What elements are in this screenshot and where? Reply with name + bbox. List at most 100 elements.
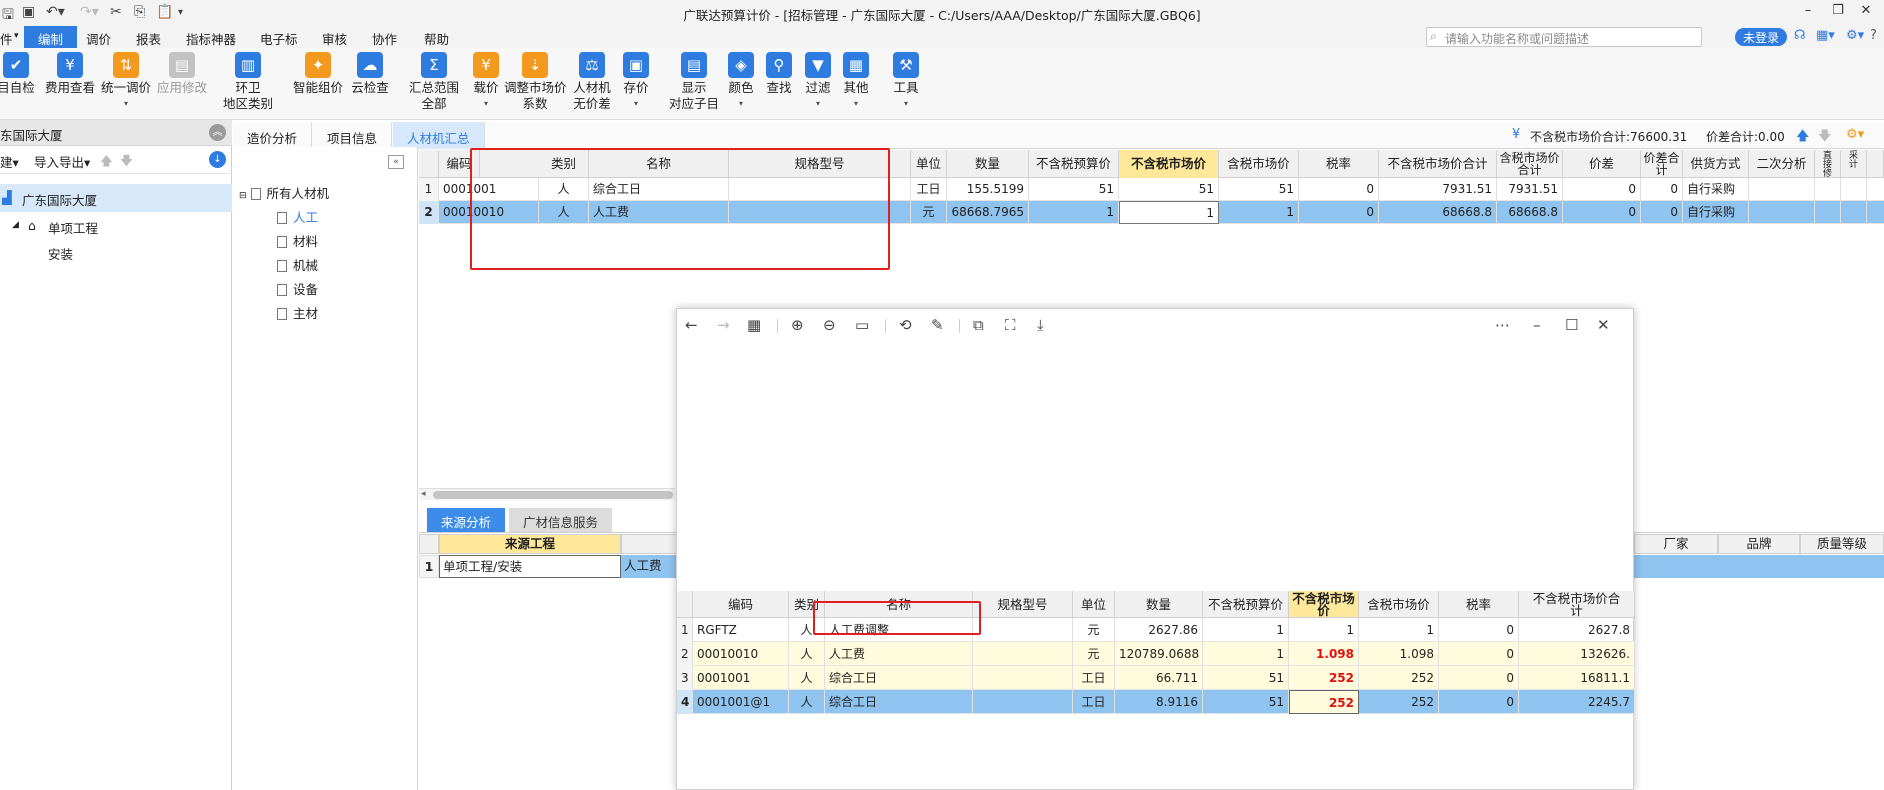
tree-labor[interactable]: 人工: [277, 207, 318, 226]
expand-caret-icon[interactable]: ◢: [12, 220, 19, 230]
tree-item-install[interactable]: 安装: [0, 238, 232, 266]
tab-source-analysis[interactable]: 来源分析: [427, 508, 506, 532]
header-price-diff[interactable]: 价差: [1563, 150, 1641, 178]
menu-file[interactable]: 件: [0, 29, 13, 48]
source-project-cell[interactable]: 单项工程/安装: [439, 555, 621, 578]
scrollbar-thumb[interactable]: [433, 491, 673, 499]
adjust-coefficient-button[interactable]: ⇣ 调整市场价 系数: [504, 52, 567, 112]
header-unit[interactable]: 单位: [911, 150, 947, 178]
menu-edit[interactable]: 编制: [24, 26, 78, 48]
load-price-button[interactable]: ¥ 载价 ▾: [466, 52, 506, 112]
support-icon[interactable]: ☊: [1794, 28, 1806, 43]
tree-main-materials[interactable]: 主材: [277, 303, 318, 322]
source-name-cell[interactable]: 人工费: [621, 555, 681, 578]
viewer-minimize-icon[interactable]: –: [1533, 316, 1541, 334]
menu-collaborate[interactable]: 协作: [372, 29, 397, 48]
collapse-left-icon[interactable]: «: [388, 155, 404, 169]
zoom-in-icon[interactable]: ⊕: [791, 316, 804, 334]
more-icon[interactable]: ⋯: [1495, 316, 1510, 334]
self-check-button[interactable]: ✔ 目自检: [0, 52, 38, 96]
actual-size-icon[interactable]: ▭: [855, 316, 869, 334]
scroll-left-icon[interactable]: ◂: [421, 489, 426, 499]
save-price-button[interactable]: ▣ 存价 ▾: [616, 52, 656, 112]
search-input[interactable]: ⌕ 请输入功能名称或问题描述: [1426, 27, 1702, 47]
other-button[interactable]: ▦ 其他 ▾: [838, 52, 874, 112]
smart-price-button[interactable]: ✦ 智能组价: [290, 52, 346, 96]
header-brand[interactable]: 品牌: [1718, 534, 1800, 554]
horizontal-scrollbar[interactable]: ◂: [419, 488, 675, 500]
unified-adjust-button[interactable]: ⇅ 统一调价 ▾: [98, 52, 154, 112]
import-export-button[interactable]: 导入导出▾: [34, 152, 90, 171]
tree-item-project[interactable]: ▟ 广东国际大厦: [0, 184, 232, 212]
cloud-check-button[interactable]: ☁ 云检查: [346, 52, 394, 96]
no-price-diff-button[interactable]: ⚖ 人材机 无价差: [570, 52, 614, 112]
menu-e-bid[interactable]: 电子标: [260, 29, 298, 48]
apply-change-button[interactable]: ▤ 应用修改: [154, 52, 210, 96]
restore-icon[interactable]: ❐: [1824, 3, 1852, 18]
tab-project-info[interactable]: 项目信息: [313, 122, 393, 149]
market-price-edit-cell[interactable]: 1: [1119, 201, 1219, 224]
settings-icon[interactable]: ⚙▾: [1846, 28, 1864, 43]
header-procure[interactable]: 采 计: [1841, 150, 1867, 178]
ocr-scan-icon[interactable]: ⛶: [1005, 316, 1016, 334]
color-button[interactable]: ◈ 颜色 ▾: [724, 52, 758, 112]
viewer-maximize-icon[interactable]: ☐: [1565, 316, 1578, 334]
tab-labor-material-summary[interactable]: 人材机汇总: [393, 122, 485, 149]
tab-material-info-service[interactable]: 广材信息服务: [509, 508, 613, 532]
source-header-project[interactable]: 来源工程: [439, 534, 621, 554]
header-quality-grade[interactable]: 质量等级: [1800, 534, 1884, 554]
header-market-total[interactable]: 不含税市场价合计: [1379, 150, 1497, 178]
fee-view-button[interactable]: ¥ 费用查看: [42, 52, 98, 96]
settings-icon[interactable]: ⚙▾: [1846, 127, 1864, 142]
new-button[interactable]: 建▾: [0, 152, 19, 171]
menu-reports[interactable]: 报表: [136, 29, 161, 48]
header-quantity[interactable]: 数量: [947, 150, 1029, 178]
collapse-up-icon[interactable]: ︽: [209, 124, 226, 141]
tree-equipment[interactable]: 设备: [277, 279, 318, 298]
download-icon[interactable]: ↓: [209, 151, 226, 168]
show-sub-item-button[interactable]: ▤ 显示 对应子目: [666, 52, 722, 112]
download-icon[interactable]: ⤓: [1037, 316, 1044, 334]
arrow-down-icon[interactable]: 🡇: [1818, 127, 1831, 149]
header-budget-price[interactable]: 不含税预算价: [1029, 150, 1119, 178]
close-icon[interactable]: ✕: [1852, 3, 1880, 18]
menu-audit[interactable]: 审核: [322, 29, 347, 48]
header-tax-market-total[interactable]: 含税市场价 合计: [1497, 150, 1563, 178]
header-market-price[interactable]: 不含税市场价: [1119, 150, 1219, 178]
header-tax-rate[interactable]: 税率: [1299, 150, 1379, 178]
tree-machinery[interactable]: 机械: [277, 255, 318, 274]
tab-cost-analysis[interactable]: 造价分析: [233, 122, 313, 149]
menu-indicator[interactable]: 指标神器: [186, 29, 236, 48]
region-category-button[interactable]: ▥ 环卫 地区类别: [220, 52, 276, 112]
viewer-close-icon[interactable]: ✕: [1597, 316, 1610, 334]
header-manufacturer[interactable]: 厂家: [1634, 534, 1718, 554]
zoom-out-icon[interactable]: ⊖: [823, 316, 836, 334]
header-secondary-analysis[interactable]: 二次分析: [1749, 150, 1815, 178]
header-supply-method[interactable]: 供货方式: [1683, 150, 1749, 178]
header-tax-market-price[interactable]: 含税市场价: [1219, 150, 1299, 178]
collapse-box-icon[interactable]: ⊟: [239, 191, 247, 201]
copy-image-icon[interactable]: ⧉: [973, 316, 984, 334]
tree-item-single-project[interactable]: ◢ ⌂ 单项工程: [0, 212, 232, 240]
filter-button[interactable]: ▼ 过滤 ▾: [800, 52, 836, 112]
tree-materials[interactable]: 材料: [277, 231, 318, 250]
header-price-diff-total[interactable]: 价差合 计: [1641, 150, 1683, 178]
header-direct-edit[interactable]: 直 接 修: [1815, 150, 1841, 178]
menu-help[interactable]: 帮助: [424, 29, 449, 48]
back-icon[interactable]: ←: [685, 316, 698, 334]
edit-icon[interactable]: ✎: [931, 316, 944, 334]
summary-range-button[interactable]: Σ 汇总范围 全部: [406, 52, 462, 112]
login-button[interactable]: 未登录: [1735, 28, 1787, 46]
grid-apps-icon[interactable]: ▦▾: [1816, 28, 1835, 43]
thumbnails-icon[interactable]: ▦: [747, 316, 761, 334]
minimize-icon[interactable]: –: [1794, 3, 1822, 18]
move-down-icon[interactable]: 🡇: [120, 152, 133, 173]
tree-all-materials[interactable]: ⊟ 所有人材机: [239, 183, 329, 202]
find-button[interactable]: ⚲ 查找: [762, 52, 796, 96]
rotate-icon[interactable]: ⟲: [899, 316, 912, 334]
menu-adjust-price[interactable]: 调价: [86, 29, 111, 48]
move-up-icon[interactable]: 🡅: [100, 152, 113, 173]
forward-icon[interactable]: →: [717, 316, 730, 334]
tools-button[interactable]: ⚒ 工具 ▾: [888, 52, 924, 112]
help-icon[interactable]: ?: [1870, 28, 1877, 43]
